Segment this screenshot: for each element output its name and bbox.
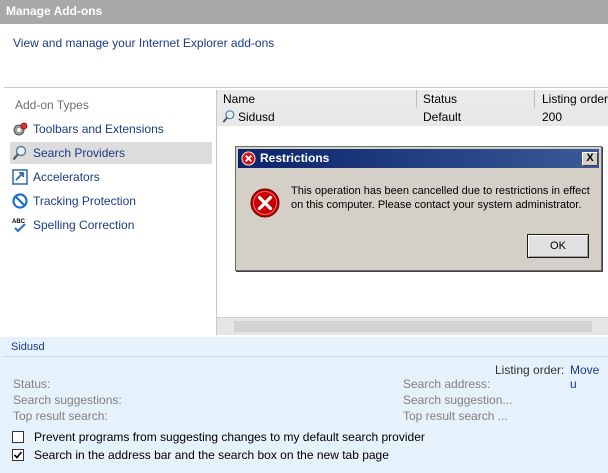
- list-header: Name Status Listing order: [217, 90, 608, 109]
- accelerator-icon: [12, 169, 28, 185]
- magnifier-icon: [222, 109, 236, 127]
- no-entry-icon: [12, 193, 28, 209]
- sidebar-item-label: Toolbars and Extensions: [33, 122, 164, 136]
- sidebar-item-tracking-protection[interactable]: Tracking Protection: [10, 190, 212, 212]
- column-header-name[interactable]: Name: [223, 92, 255, 106]
- search-address-bar-label[interactable]: Search in the address bar and the search…: [34, 448, 389, 462]
- move-up-link[interactable]: Move u: [570, 363, 608, 391]
- search-address-label: Search address:: [403, 377, 491, 391]
- gear-icon: [12, 121, 28, 137]
- sidebar-item-label: Accelerators: [33, 170, 100, 184]
- abc-check-icon: ABC: [12, 217, 28, 233]
- dialog-message: This operation has been cancelled due to…: [291, 185, 590, 211]
- checkmark-icon: [13, 451, 23, 459]
- row-listing-order: 200: [542, 110, 563, 124]
- sidebar-item-accelerators[interactable]: Accelerators: [10, 166, 212, 188]
- error-icon: [250, 188, 280, 221]
- row-name: Sidusd: [238, 110, 275, 124]
- top-result-search-url-label: Top result search ...: [403, 409, 508, 423]
- sidebar-item-label: Tracking Protection: [33, 194, 136, 208]
- column-divider[interactable]: [534, 90, 535, 108]
- header-divider: [4, 87, 608, 88]
- header: View and manage your Internet Explorer a…: [0, 24, 608, 87]
- scrollbar-thumb[interactable]: [234, 321, 592, 332]
- row-status: Default: [423, 110, 462, 124]
- window-titlebar: Manage Add-ons: [0, 0, 608, 25]
- top-result-search-label: Top result search:: [13, 409, 108, 423]
- dialog-close-button[interactable]: X: [582, 152, 598, 166]
- sidebar-item-toolbars[interactable]: Toolbars and Extensions: [10, 118, 212, 140]
- column-header-listing-order[interactable]: Listing order: [542, 92, 608, 106]
- search-address-bar-checkbox[interactable]: [12, 449, 24, 461]
- column-divider[interactable]: [416, 90, 417, 108]
- sidebar-item-label: Search Providers: [33, 146, 126, 160]
- dialog-title: Restrictions: [260, 151, 330, 165]
- magnifier-icon: [12, 145, 28, 161]
- status-label: Status:: [13, 377, 51, 391]
- search-suggestion-url-label: Search suggestion...: [403, 393, 513, 407]
- prevent-changes-checkbox[interactable]: [12, 431, 24, 443]
- details-pane: Sidusd Listing order: Move u Status: Sea…: [0, 337, 608, 473]
- restrictions-dialog: Restrictions X This operation has been c…: [235, 146, 602, 271]
- ok-button[interactable]: OK: [527, 234, 589, 258]
- window-title: Manage Add-ons: [6, 4, 103, 18]
- dialog-titlebar: Restrictions X: [238, 149, 599, 168]
- listing-order-label: Listing order:: [495, 363, 565, 377]
- addon-types-panel: Add-on Types Toolbars and Extensions Sea…: [4, 90, 212, 335]
- table-row[interactable]: Sidusd Default 200: [217, 108, 608, 126]
- search-suggestions-label: Search suggestions:: [13, 393, 122, 407]
- addon-types-heading: Add-on Types: [15, 98, 89, 112]
- prevent-changes-label[interactable]: Prevent programs from suggesting changes…: [34, 430, 425, 444]
- error-small-icon: [241, 151, 256, 169]
- details-divider: [4, 356, 608, 357]
- sidebar-item-spelling-correction[interactable]: ABC Spelling Correction: [10, 214, 212, 236]
- horizontal-scrollbar[interactable]: [217, 317, 608, 335]
- header-description: View and manage your Internet Explorer a…: [13, 36, 275, 50]
- sidebar-item-label: Spelling Correction: [33, 218, 135, 232]
- column-header-status[interactable]: Status: [423, 92, 457, 106]
- details-addon-name: Sidusd: [11, 341, 45, 353]
- sidebar-item-search-providers[interactable]: Search Providers: [10, 142, 212, 164]
